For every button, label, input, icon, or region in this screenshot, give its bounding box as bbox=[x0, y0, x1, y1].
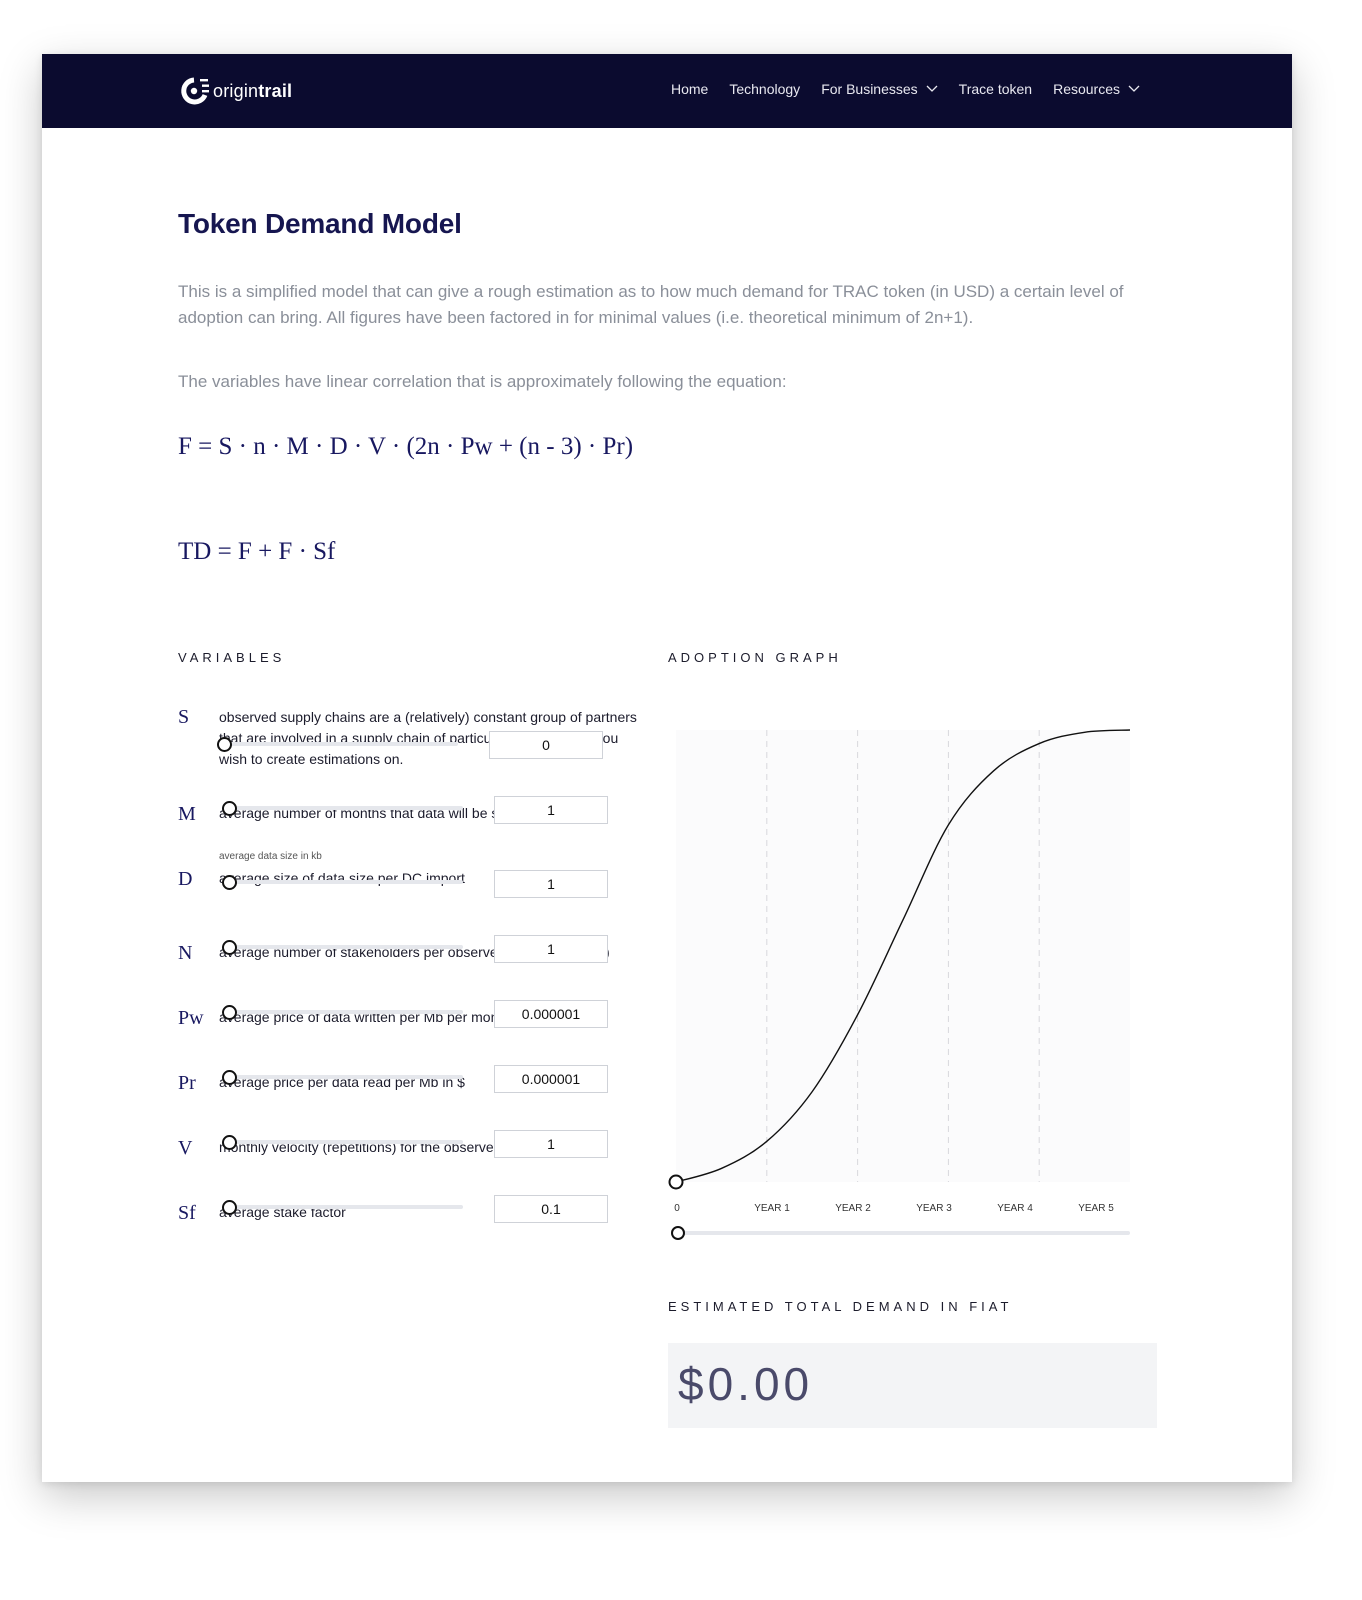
logo-text-bold: trail bbox=[258, 80, 293, 101]
nav-item-label: Resources bbox=[1053, 81, 1120, 97]
nav-item-home[interactable]: Home bbox=[671, 81, 708, 97]
graph-slider-thumb[interactable] bbox=[671, 1226, 685, 1240]
variable-hint-d: average data size in kb bbox=[219, 851, 322, 862]
x-tick-label: YEAR 4 bbox=[997, 1203, 1033, 1214]
x-tick-label: YEAR 1 bbox=[754, 1203, 790, 1214]
logo-text-light: origin bbox=[213, 80, 259, 101]
page-title: Token Demand Model bbox=[178, 208, 462, 239]
total-demand-box: $0.00 bbox=[668, 1343, 1157, 1428]
variable-symbol-m: M bbox=[178, 803, 196, 825]
slider-track-sf[interactable] bbox=[222, 1205, 463, 1209]
variable-symbol-v: V bbox=[178, 1137, 193, 1159]
total-demand-heading: ESTIMATED TOTAL DEMAND IN FIAT bbox=[668, 1299, 1013, 1314]
curve-start-point[interactable] bbox=[668, 1174, 684, 1190]
nav-item-for-businesses[interactable]: For Businesses bbox=[821, 81, 938, 97]
slider-thumb-v[interactable] bbox=[222, 1135, 237, 1150]
slider-thumb-pr[interactable] bbox=[222, 1070, 237, 1085]
x-tick-label: YEAR 5 bbox=[1078, 1203, 1114, 1214]
slider-track-d[interactable] bbox=[222, 880, 463, 884]
nav-item-label: Technology bbox=[729, 81, 801, 97]
variable-symbol-pw: Pw bbox=[178, 1007, 204, 1029]
browser-window: origintrail Home Technology For Businesses… bbox=[42, 54, 1292, 1482]
adoption-graph-heading: ADOPTION GRAPH bbox=[668, 650, 842, 665]
total-demand-value: $0.00 bbox=[678, 1358, 814, 1410]
slider-thumb-sf[interactable] bbox=[222, 1200, 237, 1215]
origintrail-logo-icon bbox=[181, 77, 209, 105]
value-input-pw[interactable]: 0.000001 bbox=[494, 1000, 608, 1028]
slider-track-v[interactable] bbox=[222, 1140, 463, 1144]
origintrail-logo[interactable]: origintrail bbox=[179, 76, 292, 106]
value-input-d[interactable]: 1 bbox=[494, 870, 608, 898]
variable-symbol-pr: Pr bbox=[178, 1072, 196, 1094]
value-input-s[interactable]: 0 bbox=[489, 731, 603, 759]
equation-intro: The variables have linear correlation th… bbox=[178, 372, 787, 391]
plot-area bbox=[676, 730, 1130, 1182]
slider-thumb-d[interactable] bbox=[222, 875, 237, 890]
equation-f: F = S · n · M · D · V · (2n · Pw + (n - … bbox=[178, 433, 634, 460]
nav-item-label: For Businesses bbox=[821, 81, 918, 97]
slider-track-pw[interactable] bbox=[222, 1010, 463, 1014]
slider-track-n[interactable] bbox=[222, 945, 463, 949]
slider-track-s[interactable] bbox=[217, 742, 458, 746]
slider-thumb-s[interactable] bbox=[217, 737, 232, 752]
x-tick-label: 0 bbox=[674, 1203, 680, 1214]
nav-item-label: Trace token bbox=[958, 81, 1033, 97]
x-tick-label: YEAR 2 bbox=[835, 1203, 871, 1214]
value-input-sf[interactable]: 0.1 bbox=[494, 1195, 608, 1223]
main-menu: Home Technology For Businesses Trace token R… bbox=[650, 81, 1140, 97]
slider-track-pr[interactable] bbox=[222, 1075, 463, 1079]
value-input-v[interactable]: 1 bbox=[494, 1130, 608, 1158]
slider-thumb-n[interactable] bbox=[222, 940, 237, 955]
nav-item-label: Home bbox=[671, 81, 709, 97]
nav-item-trace-token[interactable]: Trace token bbox=[959, 81, 1032, 97]
chevron-down-icon bbox=[1128, 85, 1140, 92]
logo-text: origintrail bbox=[213, 81, 292, 102]
slider-thumb-m[interactable] bbox=[222, 801, 237, 816]
value-input-n[interactable]: 1 bbox=[494, 935, 608, 963]
nav-item-resources[interactable]: Resources bbox=[1053, 81, 1140, 97]
slider-track-m[interactable] bbox=[222, 806, 463, 810]
variable-symbol-sf: Sf bbox=[178, 1202, 196, 1224]
graph-slider-track[interactable] bbox=[678, 1231, 1130, 1235]
x-tick-label: YEAR 3 bbox=[916, 1203, 952, 1214]
slider-thumb-pw[interactable] bbox=[222, 1005, 237, 1020]
intro-paragraph: This is a simplified model that can give… bbox=[178, 282, 1124, 327]
chevron-down-icon bbox=[926, 85, 938, 92]
variable-symbol-n: N bbox=[178, 942, 193, 964]
top-navbar: origintrail Home Technology For Businesses… bbox=[42, 54, 1292, 128]
variables-heading: VARIABLES bbox=[178, 650, 286, 665]
equation-td: TD = F + F · Sf bbox=[178, 538, 336, 565]
adoption-graph: 0 YEAR 1 YEAR 2 YEAR 3 YEAR 4 YEAR 5 bbox=[668, 729, 1131, 1240]
variable-symbol-s: S bbox=[178, 706, 190, 728]
nav-item-technology[interactable]: Technology bbox=[729, 81, 800, 97]
value-input-m[interactable]: 1 bbox=[494, 796, 608, 824]
value-input-pr[interactable]: 0.000001 bbox=[494, 1065, 608, 1093]
variable-symbol-d: D bbox=[178, 868, 193, 890]
